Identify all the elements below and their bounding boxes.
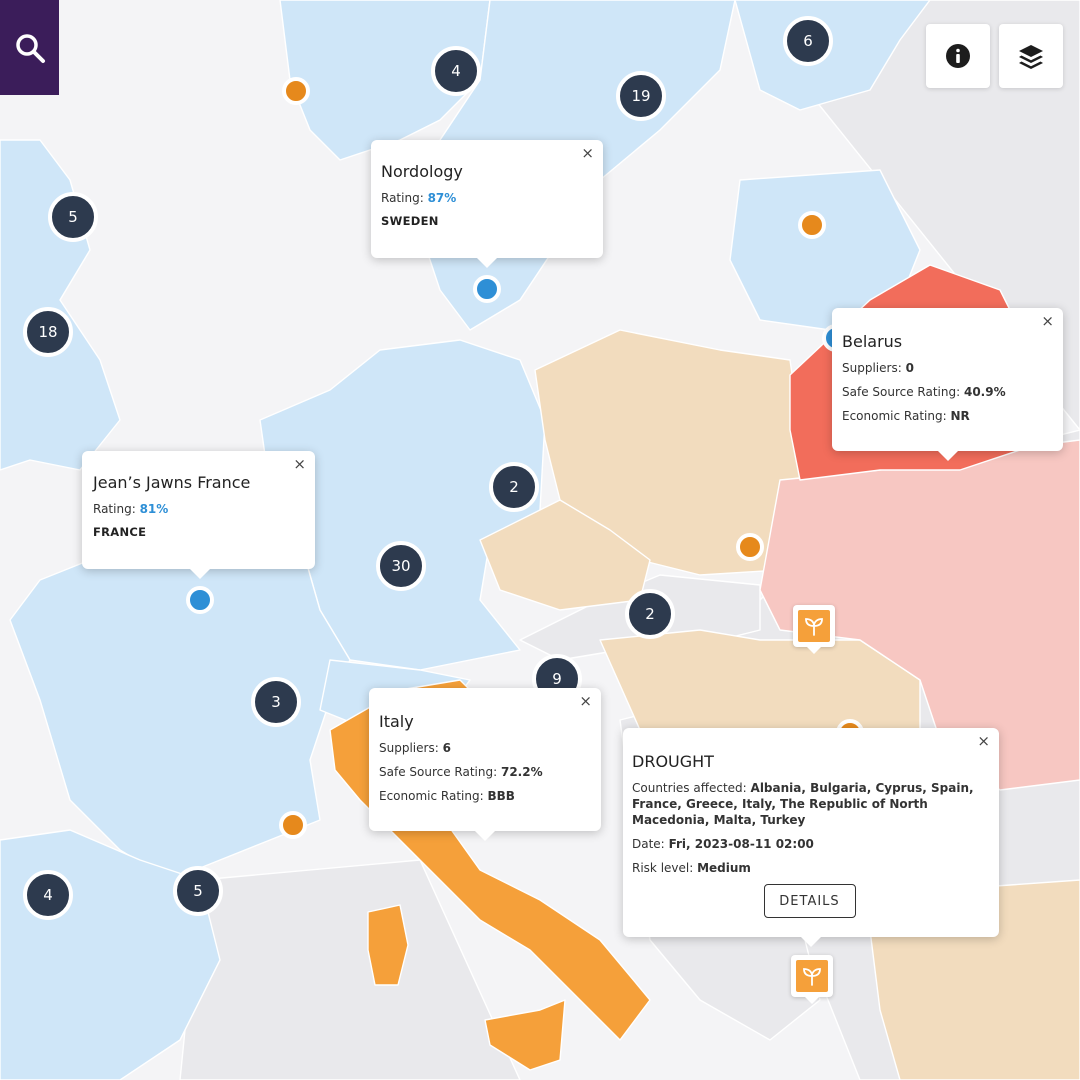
cluster-marker[interactable]: 6	[783, 16, 833, 66]
event-dot[interactable]	[282, 77, 310, 105]
details-button[interactable]: DETAILS	[763, 884, 856, 918]
suppliers-label: Suppliers:	[379, 741, 439, 755]
popup-country: FRANCE	[93, 525, 147, 539]
svg-text:19: 19	[631, 87, 650, 105]
date-label: Date:	[632, 837, 665, 851]
event-dot[interactable]	[798, 211, 826, 239]
supplier-popup-nordology: × Nordology Rating: 87% SWEDEN	[371, 140, 603, 268]
safe-source-label: Safe Source Rating:	[379, 765, 498, 779]
countries-affected-row: Countries affected: Albania, Bulgaria, C…	[632, 780, 987, 828]
search-icon	[15, 33, 45, 63]
svg-text:2: 2	[645, 605, 655, 623]
cluster-marker[interactable]: 4	[23, 870, 73, 920]
rating-label: Rating:	[93, 502, 136, 516]
popup-title: Jean’s Jawns France	[93, 473, 251, 492]
info-button[interactable]	[926, 24, 990, 88]
countries-affected-label: Countries affected:	[632, 781, 747, 795]
country-uk	[0, 139, 121, 471]
suppliers-row: Suppliers: 0	[842, 360, 1053, 376]
safe-source-value: 72.2%	[500, 765, 543, 779]
svg-text:30: 30	[391, 557, 410, 575]
rating-row: Rating: 81%	[93, 501, 304, 517]
rating-value: 81%	[139, 502, 169, 516]
date-value: Fri, 2023-08-11 02:00	[668, 837, 814, 851]
cluster-marker[interactable]: 30	[376, 541, 426, 591]
popup-title: Italy	[379, 712, 414, 731]
cluster-marker[interactable]: 18	[23, 307, 73, 357]
event-dot[interactable]	[279, 811, 307, 839]
suppliers-row: Suppliers: 6	[379, 740, 591, 756]
safe-source-row: Safe Source Rating: 40.9%	[842, 384, 1053, 400]
close-icon[interactable]: ×	[977, 734, 990, 749]
risk-level-row: Risk level: Medium	[632, 860, 987, 876]
close-icon[interactable]: ×	[293, 457, 306, 472]
safe-source-row: Safe Source Rating: 72.2%	[379, 764, 591, 780]
risk-level-value: Medium	[697, 861, 751, 875]
svg-text:4: 4	[451, 62, 461, 80]
close-icon[interactable]: ×	[581, 146, 594, 161]
supplier-dot-france[interactable]	[186, 586, 214, 614]
layers-button[interactable]	[999, 24, 1063, 88]
popup-title: Belarus	[842, 332, 903, 351]
date-row: Date: Fri, 2023-08-11 02:00	[632, 836, 987, 852]
economic-row: Economic Rating: BBB	[379, 788, 591, 804]
search-button[interactable]	[0, 0, 59, 95]
suppliers-label: Suppliers:	[842, 361, 902, 375]
close-icon[interactable]: ×	[579, 694, 592, 709]
suppliers-value: 0	[905, 361, 914, 375]
supplier-popup-france: × Jean’s Jawns France Rating: 81% FRANCE	[82, 451, 315, 579]
rating-value: 87%	[427, 191, 457, 205]
economic-row: Economic Rating: NR	[842, 408, 1053, 424]
svg-text:5: 5	[193, 882, 203, 900]
supplier-dot-nordology[interactable]	[473, 275, 501, 303]
svg-text:18: 18	[38, 323, 57, 341]
rating-label: Rating:	[381, 191, 424, 205]
svg-text:6: 6	[803, 32, 813, 50]
cluster-marker[interactable]: 5	[173, 866, 223, 916]
economic-value: BBB	[487, 789, 515, 803]
event-popup-drought: × DROUGHT Countries affected: Albania, B…	[623, 728, 999, 947]
economic-label: Economic Rating:	[379, 789, 484, 803]
risk-level-label: Risk level:	[632, 861, 694, 875]
svg-text:5: 5	[68, 208, 78, 226]
sprout-icon	[796, 960, 828, 992]
drought-event-marker[interactable]	[793, 605, 835, 654]
svg-text:4: 4	[43, 886, 53, 904]
cluster-marker[interactable]: 19	[616, 71, 666, 121]
svg-text:2: 2	[509, 478, 519, 496]
popup-title: DROUGHT	[632, 752, 714, 771]
cluster-marker[interactable]: 2	[625, 589, 675, 639]
country-popup-belarus: × Belarus Suppliers: 0 Safe Source Ratin…	[832, 308, 1063, 461]
event-dot[interactable]	[736, 533, 764, 561]
economic-value: NR	[950, 409, 970, 423]
popup-title: Nordology	[381, 162, 463, 181]
svg-text:9: 9	[552, 670, 562, 688]
layers-icon	[1019, 45, 1043, 69]
economic-label: Economic Rating:	[842, 409, 947, 423]
cluster-marker[interactable]: 3	[251, 677, 301, 727]
close-icon[interactable]: ×	[1041, 314, 1054, 329]
cluster-marker[interactable]: 2	[489, 462, 539, 512]
rating-row: Rating: 87%	[381, 190, 593, 206]
svg-text:3: 3	[271, 693, 281, 711]
drought-event-marker[interactable]	[791, 955, 833, 1004]
cluster-marker[interactable]: 4	[431, 46, 481, 96]
safe-source-value: 40.9%	[963, 385, 1006, 399]
cluster-marker[interactable]: 5	[48, 192, 98, 242]
sprout-icon	[798, 610, 830, 642]
safe-source-label: Safe Source Rating:	[842, 385, 961, 399]
country-popup-italy: × Italy Suppliers: 6 Safe Source Rating:…	[369, 688, 601, 841]
info-icon	[946, 44, 970, 68]
popup-country: SWEDEN	[381, 214, 439, 228]
suppliers-value: 6	[442, 741, 451, 755]
